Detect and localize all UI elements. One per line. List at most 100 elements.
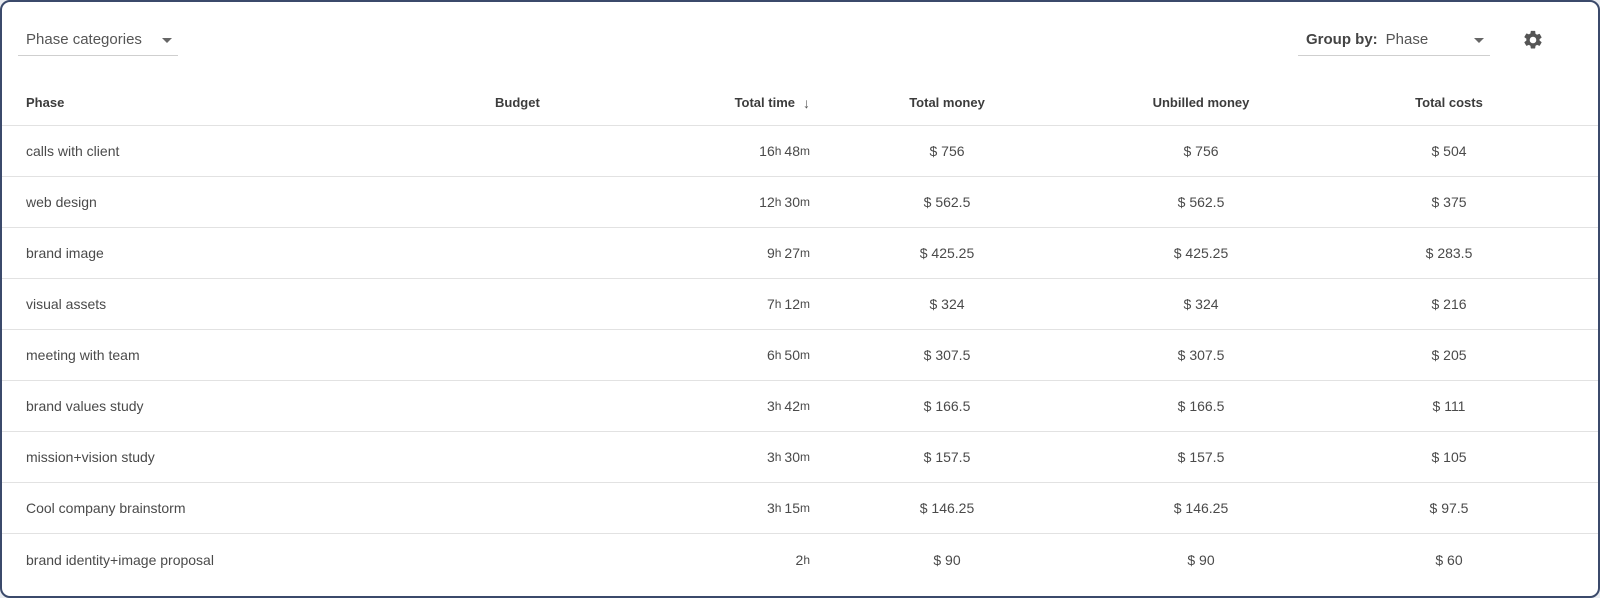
total-costs-value: $ 504: [1431, 143, 1467, 159]
phase-categories-dropdown[interactable]: Phase categories: [18, 24, 178, 56]
caret-down-icon: [1474, 38, 1484, 43]
minutes-unit: m: [800, 348, 810, 362]
minutes-unit: m: [800, 501, 810, 515]
total-money-value: $ 425.25: [919, 245, 975, 261]
total-money-value: $ 157.5: [923, 449, 971, 465]
total-costs-value: $ 97.5: [1429, 500, 1469, 516]
header-budget[interactable]: Budget: [495, 80, 540, 125]
hours-unit: h: [774, 450, 782, 464]
minutes-value: 15: [784, 500, 800, 516]
hours-unit: h: [774, 195, 782, 209]
minutes-value: 50: [784, 347, 800, 363]
table-row[interactable]: mission+vision study 3 h 30 m $ 157.5 $ 157.5 $…: [2, 432, 1598, 483]
unbilled-money-value: $ 307.5: [1177, 347, 1225, 363]
header-total-time[interactable]: Total time ↓: [735, 80, 810, 125]
hours-value: 6: [766, 347, 775, 363]
unbilled-money-value: $ 146.25: [1173, 500, 1229, 516]
total-money-value: $ 324: [929, 296, 965, 312]
total-time-value: 3 h 30 m: [767, 432, 810, 482]
hours-unit: h: [774, 399, 782, 413]
total-costs-value: $ 375: [1431, 194, 1467, 210]
total-time-value: 7 h 12 m: [767, 279, 810, 329]
total-time-value: 12 h 30 m: [759, 177, 810, 227]
total-money-value: $ 562.5: [923, 194, 971, 210]
table-row[interactable]: web design 12 h 30 m $ 562.5 $ 562.5 $ 375: [2, 177, 1598, 228]
total-costs-value: $ 283.5: [1425, 245, 1473, 261]
phase-name: brand identity+image proposal: [26, 551, 214, 568]
caret-down-icon: [162, 38, 172, 43]
unbilled-money-value: $ 425.25: [1173, 245, 1229, 261]
group-by-value: Phase: [1385, 31, 1429, 48]
phase-name: visual assets: [26, 296, 107, 312]
hours-value: 9: [766, 245, 775, 261]
total-money-value: $ 146.25: [919, 500, 975, 516]
minutes-unit: m: [800, 246, 810, 260]
hours-unit: h: [774, 297, 782, 311]
phase-name: Cool company brainstorm: [26, 500, 186, 516]
table-row[interactable]: calls with client 16 h 48 m $ 756 $ 756 $ 504: [2, 126, 1598, 177]
report-panel: Phase categories Group by: Phase Phase B…: [0, 0, 1600, 598]
header-total-time-label: Total time: [734, 95, 795, 110]
group-by-label: Group by:: [1306, 31, 1378, 48]
table-row[interactable]: Cool company brainstorm 3 h 15 m $ 146.25 $ 14…: [2, 483, 1598, 534]
unbilled-money-value: $ 90: [1187, 551, 1215, 568]
total-money-value: $ 166.5: [923, 398, 971, 414]
hours-unit: h: [774, 348, 782, 362]
unbilled-money-value: $ 157.5: [1177, 449, 1225, 465]
minutes-value: 30: [784, 194, 800, 210]
total-costs-value: $ 216: [1431, 296, 1467, 312]
header-total-costs[interactable]: Total costs: [1415, 80, 1483, 125]
unbilled-money-value: $ 562.5: [1177, 194, 1225, 210]
arrow-down-icon: ↓: [803, 94, 810, 111]
phase-name: meeting with team: [26, 347, 140, 363]
total-time-value: 6 h 50 m: [767, 330, 810, 380]
phase-name: mission+vision study: [26, 449, 155, 465]
minutes-unit: m: [800, 297, 810, 311]
total-costs-value: $ 60: [1435, 551, 1463, 568]
hours-value: 3: [766, 449, 775, 465]
header-unbilled-money[interactable]: Unbilled money: [1153, 80, 1250, 125]
minutes-value: 42: [784, 398, 800, 414]
phase-name: brand values study: [26, 398, 144, 414]
hours-unit: h: [774, 144, 782, 158]
total-costs-value: $ 105: [1431, 449, 1467, 465]
total-money-value: $ 756: [929, 143, 965, 159]
total-time-value: 9 h 27 m: [767, 228, 810, 278]
unbilled-money-value: $ 324: [1183, 296, 1219, 312]
minutes-unit: m: [800, 195, 810, 209]
table-row[interactable]: brand identity+image proposal 2 h $ 90 $ 90 $…: [2, 534, 1598, 585]
minutes-value: 48: [784, 143, 800, 159]
hours-value: 7: [766, 296, 775, 312]
hours-unit: h: [774, 246, 782, 260]
total-time-value: 3 h 15 m: [767, 483, 810, 533]
minutes-unit: m: [800, 399, 810, 413]
hours-value: 2: [795, 551, 804, 568]
hours-unit: h: [803, 552, 810, 567]
table-row[interactable]: visual assets 7 h 12 m $ 324 $ 324 $ 216: [2, 279, 1598, 330]
hours-value: 3: [766, 500, 775, 516]
unbilled-money-value: $ 756: [1183, 143, 1219, 159]
total-money-value: $ 90: [933, 551, 961, 568]
phase-name: web design: [26, 194, 97, 210]
group-by-dropdown[interactable]: Group by: Phase: [1298, 24, 1490, 56]
table-body: calls with client 16 h 48 m $ 756 $ 756 $ 504 we…: [2, 126, 1598, 585]
total-time-value: 16 h 48 m: [759, 126, 810, 176]
table-row[interactable]: brand values study 3 h 42 m $ 166.5 $ 166.5 $ 1…: [2, 381, 1598, 432]
minutes-value: 12: [784, 296, 800, 312]
hours-value: 16: [759, 143, 775, 159]
header-phase[interactable]: Phase: [26, 80, 64, 125]
total-money-value: $ 307.5: [923, 347, 971, 363]
minutes-value: 27: [784, 245, 800, 261]
total-time-value: 2h: [796, 534, 810, 585]
phase-name: brand image: [26, 245, 104, 261]
table-row[interactable]: brand image 9 h 27 m $ 425.25 $ 425.25 $ 283.5: [2, 228, 1598, 279]
hours-value: 3: [766, 398, 775, 414]
header-total-money[interactable]: Total money: [909, 80, 985, 125]
total-costs-value: $ 111: [1432, 398, 1466, 414]
minutes-unit: m: [800, 144, 810, 158]
gear-icon[interactable]: [1522, 29, 1544, 51]
minutes-value: 30: [784, 449, 800, 465]
hours-value: 12: [759, 194, 775, 210]
hours-unit: h: [774, 501, 782, 515]
table-row[interactable]: meeting with team 6 h 50 m $ 307.5 $ 307.5 $ 20…: [2, 330, 1598, 381]
